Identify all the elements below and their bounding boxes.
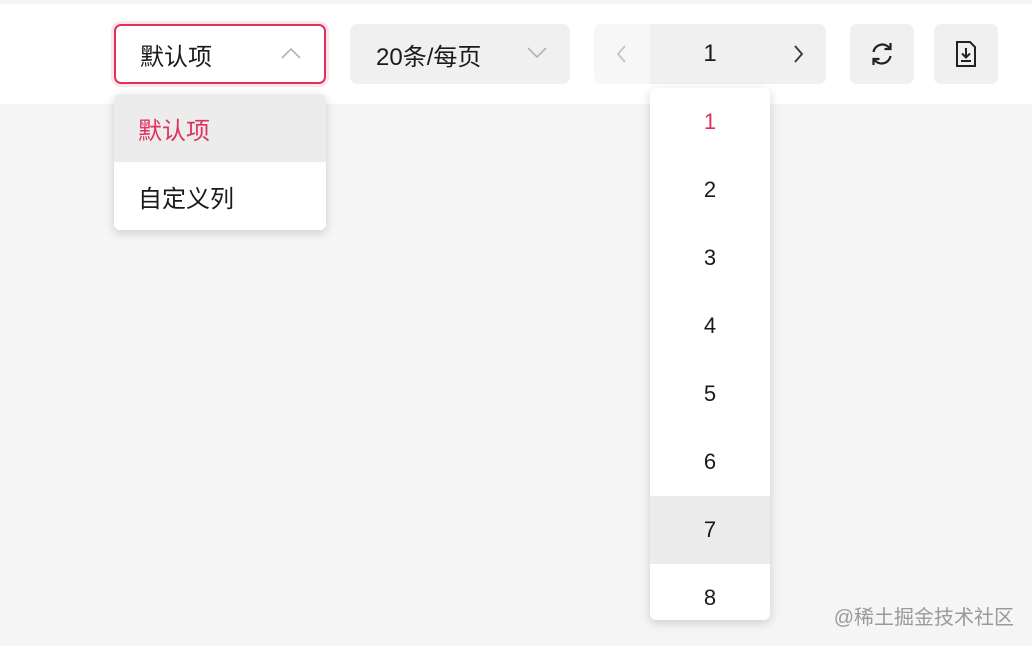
export-button[interactable] [934,24,998,84]
page-number-dropdown: 1 2 3 4 5 6 7 8 [650,88,770,620]
page-option[interactable]: 7 [650,496,770,564]
chevron-down-icon [527,47,547,59]
chevron-up-icon [281,47,301,59]
page-option[interactable]: 8 [650,564,770,620]
view-mode-select[interactable]: 默认项 [114,24,326,84]
page-option[interactable]: 4 [650,292,770,360]
current-page-value: 1 [703,40,717,67]
watermark: @稀土掘金技术社区 [833,607,1014,629]
refresh-button[interactable] [850,24,914,84]
page-option[interactable]: 2 [650,156,770,224]
view-mode-option-custom[interactable]: 自定义列 [114,162,326,230]
view-mode-select-value: 默认项 [140,43,212,71]
page-option[interactable]: 6 [650,428,770,496]
view-mode-dropdown: 默认项 自定义列 [114,94,326,230]
page-option[interactable]: 1 [650,88,770,156]
refresh-icon [872,43,892,65]
page-option[interactable]: 3 [650,224,770,292]
page-option[interactable]: 5 [650,360,770,428]
chevron-left-icon [616,45,626,63]
view-mode-option-default[interactable]: 默认项 [114,94,326,162]
current-page-select[interactable]: 1 [650,24,770,84]
prev-page-button[interactable] [594,24,650,84]
next-page-button[interactable] [770,24,826,84]
pagination: 1 [594,24,826,84]
chevron-right-icon [794,45,804,63]
page-size-select[interactable]: 20条/每页 [350,24,570,84]
page-size-select-value: 20条/每页 [376,43,482,71]
download-file-icon [956,41,976,67]
